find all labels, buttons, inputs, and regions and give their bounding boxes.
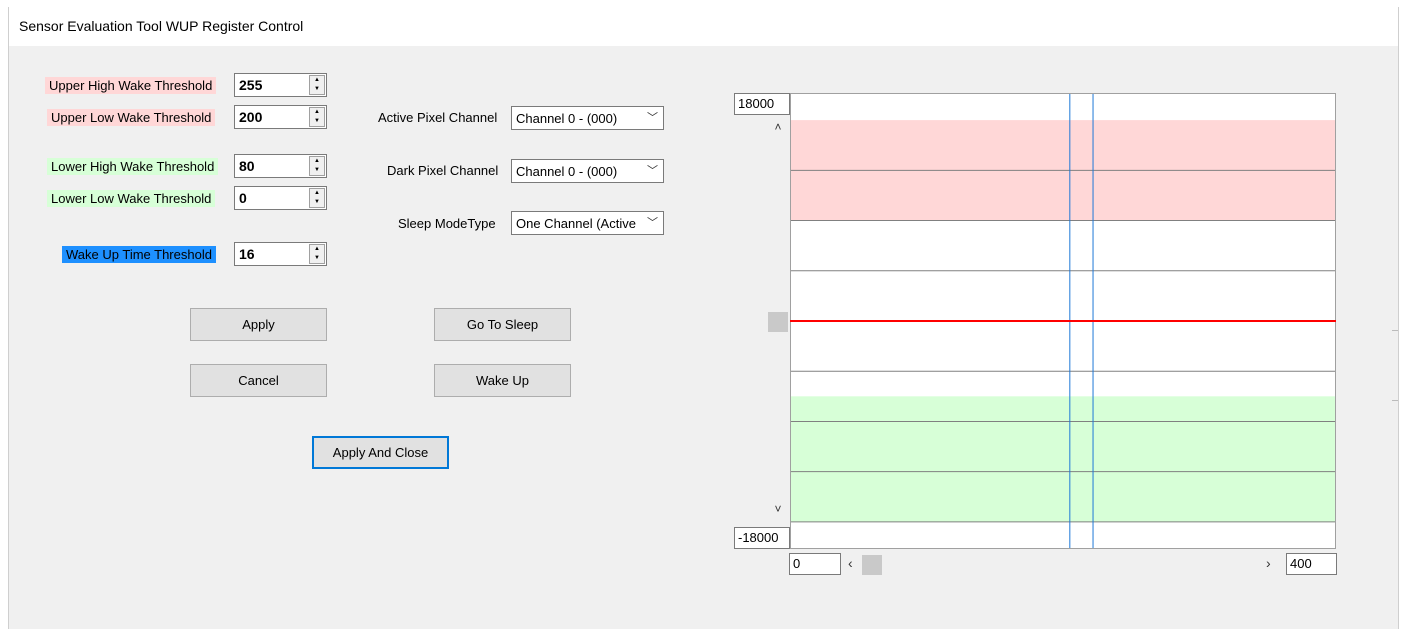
spin-down-icon[interactable]: ▼ bbox=[310, 166, 324, 175]
wake-up-time-threshold-label: Wake Up Time Threshold bbox=[62, 246, 216, 263]
go-to-sleep-button[interactable]: Go To Sleep bbox=[434, 308, 571, 341]
spin-up-icon[interactable]: ▲ bbox=[310, 76, 324, 85]
threshold-band-lower bbox=[791, 396, 1335, 522]
lower-high-threshold-label: Lower High Wake Threshold bbox=[47, 158, 219, 175]
y-min-input[interactable]: -18000 bbox=[734, 527, 790, 549]
spin-down-icon[interactable]: ▼ bbox=[310, 254, 324, 263]
upper-low-threshold-value: 200 bbox=[239, 109, 263, 125]
chevron-up-icon[interactable]: ˄ bbox=[766, 120, 790, 134]
lower-low-threshold-label: Lower Low Wake Threshold bbox=[47, 190, 216, 207]
chevron-down-icon[interactable]: ˅ bbox=[766, 502, 790, 516]
y-max-input[interactable]: 18000 bbox=[734, 93, 790, 115]
lower-low-threshold-spinner[interactable]: ▲ ▼ bbox=[309, 188, 325, 208]
wake-up-time-threshold-input[interactable]: 16 ▲ ▼ bbox=[234, 242, 327, 266]
upper-high-threshold-input[interactable]: 255 ▲ ▼ bbox=[234, 73, 327, 97]
dark-pixel-channel-label: Dark Pixel Channel bbox=[387, 163, 499, 178]
active-pixel-channel-label: Active Pixel Channel bbox=[378, 110, 498, 125]
title-bar[interactable]: Sensor Evaluation Tool WUP Register Cont… bbox=[9, 7, 1398, 46]
lower-high-threshold-input[interactable]: 80 ▲ ▼ bbox=[234, 154, 327, 178]
lower-low-threshold-input[interactable]: 0 ▲ ▼ bbox=[234, 186, 327, 210]
x-min-input[interactable]: 0 bbox=[789, 553, 841, 575]
background-divider bbox=[1392, 400, 1398, 401]
vertical-scroll-thumb[interactable] bbox=[768, 312, 788, 332]
apply-and-close-button[interactable]: Apply And Close bbox=[312, 436, 449, 469]
sleep-mode-type-select[interactable]: One Channel (Active ﹀ bbox=[511, 211, 664, 235]
background-divider bbox=[1392, 330, 1398, 331]
wake-up-time-threshold-value: 16 bbox=[239, 246, 255, 262]
spin-up-icon[interactable]: ▲ bbox=[310, 108, 324, 117]
active-pixel-channel-value: Channel 0 - (000) bbox=[516, 111, 618, 126]
spin-up-icon[interactable]: ▲ bbox=[310, 157, 324, 166]
spin-down-icon[interactable]: ▼ bbox=[310, 198, 324, 207]
horizontal-scrollbar[interactable]: ‹ › bbox=[842, 553, 1284, 577]
apply-button[interactable]: Apply bbox=[190, 308, 327, 341]
wake-chart bbox=[790, 93, 1336, 549]
window-title: Sensor Evaluation Tool WUP Register Cont… bbox=[19, 18, 304, 34]
active-pixel-channel-select[interactable]: Channel 0 - (000) ﹀ bbox=[511, 106, 664, 130]
upper-high-threshold-spinner[interactable]: ▲ ▼ bbox=[309, 75, 325, 95]
spin-down-icon[interactable]: ▼ bbox=[310, 85, 324, 94]
cancel-button[interactable]: Cancel bbox=[190, 364, 327, 397]
dark-pixel-channel-select[interactable]: Channel 0 - (000) ﹀ bbox=[511, 159, 664, 183]
upper-low-threshold-label: Upper Low Wake Threshold bbox=[47, 109, 216, 126]
spin-down-icon[interactable]: ▼ bbox=[310, 117, 324, 126]
lower-low-threshold-value: 0 bbox=[239, 190, 247, 206]
upper-low-threshold-spinner[interactable]: ▲ ▼ bbox=[309, 107, 325, 127]
vertical-scrollbar[interactable]: ˄ ˅ bbox=[766, 116, 790, 520]
chevron-down-icon[interactable]: ﹀ bbox=[647, 109, 658, 125]
upper-low-threshold-input[interactable]: 200 ▲ ▼ bbox=[234, 105, 327, 129]
lower-high-threshold-value: 80 bbox=[239, 158, 255, 174]
wake-up-time-threshold-spinner[interactable]: ▲ ▼ bbox=[309, 244, 325, 264]
spin-up-icon[interactable]: ▲ bbox=[310, 245, 324, 254]
dark-pixel-channel-value: Channel 0 - (000) bbox=[516, 164, 618, 179]
chevron-down-icon[interactable]: ﹀ bbox=[647, 214, 658, 230]
chevron-left-icon[interactable]: ‹ bbox=[848, 555, 853, 571]
upper-high-threshold-value: 255 bbox=[239, 77, 263, 93]
sleep-mode-type-value: One Channel (Active bbox=[516, 216, 636, 231]
chevron-down-icon[interactable]: ﹀ bbox=[647, 162, 658, 178]
upper-high-threshold-label: Upper High Wake Threshold bbox=[45, 77, 217, 94]
chevron-right-icon[interactable]: › bbox=[1266, 555, 1271, 571]
lower-high-threshold-spinner[interactable]: ▲ ▼ bbox=[309, 156, 325, 176]
horizontal-scroll-thumb[interactable] bbox=[862, 555, 882, 575]
wake-up-button[interactable]: Wake Up bbox=[434, 364, 571, 397]
sleep-mode-type-label: Sleep ModeType bbox=[398, 216, 496, 231]
x-max-input[interactable]: 400 bbox=[1286, 553, 1337, 575]
spin-up-icon[interactable]: ▲ bbox=[310, 189, 324, 198]
